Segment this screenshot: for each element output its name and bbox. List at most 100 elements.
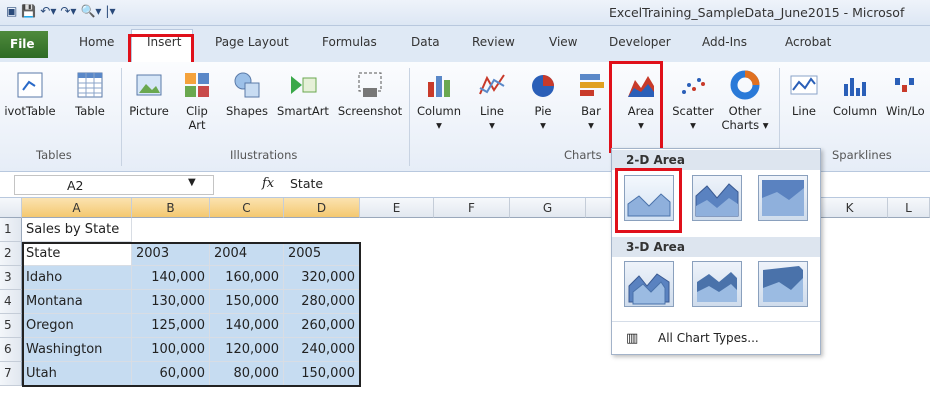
- percent-area-chart-icon: [762, 180, 804, 216]
- stacked-area-2d-thumb[interactable]: [692, 175, 742, 221]
- selection-range-border: [22, 242, 361, 387]
- line-chart-label: Line: [480, 104, 504, 118]
- all-chart-types-link[interactable]: All Chart Types...: [612, 331, 820, 345]
- row-header-7[interactable]: 7: [0, 362, 22, 386]
- tab-developer[interactable]: Developer: [609, 35, 671, 49]
- dropdown-arrow-icon: ▾: [489, 118, 495, 132]
- picture-button[interactable]: Picture: [126, 70, 172, 118]
- smartart-button[interactable]: SmartArt: [274, 70, 332, 118]
- name-box[interactable]: A2: [14, 175, 214, 195]
- row-header-3[interactable]: 3: [0, 266, 22, 290]
- tab-view[interactable]: View: [549, 35, 577, 49]
- redo-icon[interactable]: ↷▾: [60, 4, 76, 18]
- area-3d-thumb[interactable]: [624, 261, 674, 307]
- cell-a1[interactable]: Sales by State: [22, 218, 132, 242]
- title-bar: ▣ 💾 ↶▾ ↷▾ 🔍▾ |▾ ExcelTraining_SampleData…: [0, 0, 930, 26]
- tab-page-layout[interactable]: Page Layout: [215, 35, 289, 49]
- tab-add-ins[interactable]: Add-Ins: [702, 35, 747, 49]
- group-divider: [409, 68, 410, 166]
- column-header-f[interactable]: F: [434, 198, 510, 218]
- select-all-corner[interactable]: [0, 198, 22, 218]
- tables-group-label: Tables: [36, 148, 72, 162]
- row-header-5[interactable]: 5: [0, 314, 22, 338]
- picture-icon: [136, 74, 162, 96]
- stacked-area-3d-thumb[interactable]: [692, 261, 742, 307]
- dropdown-arrow-icon: ▾: [540, 118, 546, 132]
- line-chart-button[interactable]: Line ▾: [472, 70, 512, 132]
- row-header-1[interactable]: 1: [0, 218, 22, 242]
- illustrations-group-label: Illustrations: [230, 148, 298, 162]
- dropdown-arrow-icon: ▾: [436, 118, 442, 132]
- other-charts-label-2: Charts: [721, 118, 760, 132]
- row-header-6[interactable]: 6: [0, 338, 22, 362]
- sparkline-column-icon: [844, 78, 866, 96]
- column-header-a[interactable]: A: [22, 198, 132, 218]
- gallery-section-3d: 3-D Area: [612, 237, 820, 257]
- column-header-b[interactable]: B: [132, 198, 210, 218]
- other-charts-icon: [730, 70, 760, 100]
- dropdown-arrow-icon: ▾: [690, 118, 696, 132]
- dropdown-arrow-icon: ▾: [588, 118, 594, 132]
- column-header-d[interactable]: D: [284, 198, 360, 218]
- table-label: Table: [75, 104, 105, 118]
- dropdown-arrow-icon: ▾: [759, 118, 769, 132]
- clip-art-button[interactable]: Clip Art: [180, 70, 214, 132]
- name-box-dropdown-icon[interactable]: ▼: [188, 177, 196, 188]
- table-icon: [77, 72, 103, 98]
- print-preview-icon[interactable]: 🔍▾: [80, 4, 101, 18]
- row-header-4[interactable]: 4: [0, 290, 22, 314]
- stacked-area-chart-icon: [695, 183, 739, 217]
- scatter-chart-label: Scatter: [672, 104, 714, 118]
- shapes-icon: [234, 72, 260, 98]
- scatter-chart-button[interactable]: Scatter ▾: [668, 70, 718, 132]
- tab-review[interactable]: Review: [472, 35, 515, 49]
- 100-stacked-area-2d-thumb[interactable]: [758, 175, 808, 221]
- window-title: ExcelTraining_SampleData_June2015 - Micr…: [609, 5, 905, 20]
- sparkline-winloss-icon: [895, 78, 914, 92]
- pivottable-icon: [17, 72, 43, 98]
- sparkline-line-label: Line: [792, 104, 816, 118]
- excel-logo-icon: ▣: [6, 4, 18, 18]
- pivottable-button[interactable]: ivotTable: [0, 70, 60, 118]
- gallery-section-2d: 2-D Area: [612, 150, 820, 170]
- column-header-k[interactable]: K: [812, 198, 888, 218]
- tab-acrobat[interactable]: Acrobat: [785, 35, 831, 49]
- sparkline-winloss-button[interactable]: Win/Lo: [886, 70, 930, 118]
- tab-data[interactable]: Data: [411, 35, 440, 49]
- column-chart-icon: [428, 76, 450, 97]
- scatter-chart-icon: [682, 78, 705, 94]
- table-button[interactable]: Table: [70, 70, 110, 118]
- tab-file[interactable]: File: [0, 31, 48, 58]
- 100-stacked-area-3d-thumb[interactable]: [758, 261, 808, 307]
- screenshot-label: Screenshot: [337, 104, 403, 118]
- tab-formulas[interactable]: Formulas: [322, 35, 377, 49]
- group-divider: [121, 68, 122, 166]
- area-2d-callout: [615, 168, 682, 233]
- insert-function-icon[interactable]: fx: [262, 176, 274, 191]
- screenshot-button[interactable]: Screenshot: [334, 70, 406, 118]
- sparkline-winloss-label: Win/Lo: [886, 104, 925, 118]
- column-header-l[interactable]: L: [888, 198, 930, 218]
- other-charts-button[interactable]: Other Charts ▾: [718, 70, 772, 132]
- shapes-button[interactable]: Shapes: [224, 70, 270, 118]
- column-header-g[interactable]: G: [510, 198, 586, 218]
- bar-chart-button[interactable]: Bar ▾: [574, 70, 608, 132]
- save-icon[interactable]: 💾: [21, 4, 36, 18]
- line-chart-icon: [479, 74, 505, 95]
- tab-home[interactable]: Home: [79, 35, 114, 49]
- row-header-2[interactable]: 2: [0, 242, 22, 266]
- formula-input[interactable]: State: [290, 176, 323, 191]
- bar-chart-icon: [580, 74, 604, 96]
- customize-qat-icon[interactable]: |▾: [105, 4, 115, 18]
- column-chart-label: Column: [416, 104, 462, 118]
- pie-chart-button[interactable]: Pie ▾: [522, 70, 564, 132]
- column-header-e[interactable]: E: [360, 198, 434, 218]
- smartart-label: SmartArt: [277, 104, 329, 118]
- gallery-divider: [612, 321, 820, 322]
- column-header-c[interactable]: C: [210, 198, 284, 218]
- column-chart-button[interactable]: Column ▾: [414, 70, 464, 132]
- undo-icon[interactable]: ↶▾: [40, 4, 56, 18]
- sparkline-line-button[interactable]: Line: [786, 70, 822, 118]
- sparkline-column-button[interactable]: Column: [828, 70, 882, 118]
- sparkline-line-icon: [790, 75, 818, 95]
